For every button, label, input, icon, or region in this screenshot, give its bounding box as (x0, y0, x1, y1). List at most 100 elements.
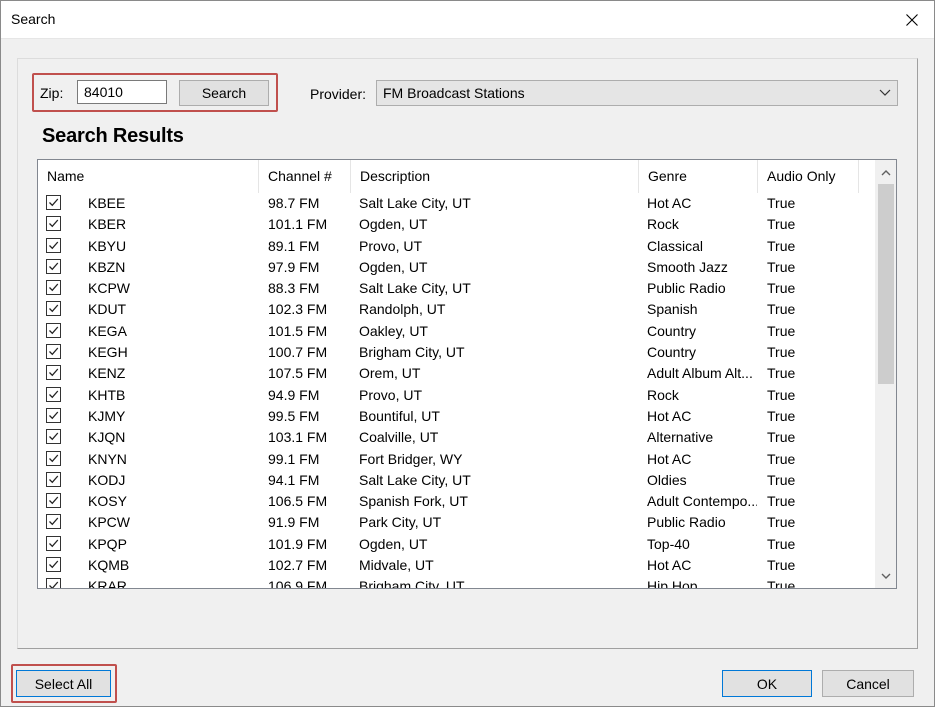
row-checkbox[interactable] (46, 429, 61, 445)
row-checkbox[interactable] (46, 301, 61, 317)
vertical-scrollbar[interactable] (875, 160, 896, 588)
search-results-heading: Search Results (42, 125, 184, 147)
checkmark-icon (49, 539, 59, 548)
cell-audio-only: True (767, 429, 796, 446)
cell-genre: Hot AC (647, 407, 692, 424)
search-button[interactable]: Search (179, 80, 269, 106)
provider-label: Provider: (310, 86, 367, 102)
cancel-button[interactable]: Cancel (822, 670, 914, 697)
table-row[interactable]: KENZ 107.5 FM Orem, UT Adult Album Alt... Tr… (38, 363, 876, 384)
cell-genre: Oldies (647, 471, 687, 488)
row-checkbox[interactable] (46, 280, 61, 296)
table-row[interactable]: KBEE 98.7 FM Salt Lake City, UT Hot AC True (38, 193, 876, 214)
row-checkbox[interactable] (46, 365, 61, 381)
cell-audio-only: True (767, 237, 796, 254)
row-checkbox[interactable] (46, 514, 61, 530)
cell-genre: Adult Album Alt... (647, 365, 753, 382)
row-checkbox[interactable] (46, 258, 61, 274)
row-checkbox[interactable] (46, 216, 61, 232)
row-checkbox[interactable] (46, 557, 61, 573)
zip-input[interactable] (77, 80, 167, 104)
cell-channel: 106.5 FM (268, 493, 328, 510)
row-checkbox[interactable] (46, 407, 61, 423)
column-header-audio-only[interactable]: Audio Only (758, 160, 859, 193)
results-list[interactable]: Name Channel # Description Genre Audio O… (37, 159, 897, 589)
row-checkbox[interactable] (46, 471, 61, 487)
cell-channel: 101.1 FM (268, 216, 328, 233)
row-checkbox[interactable] (46, 322, 61, 338)
cell-name: KBEE (88, 195, 126, 211)
checkmark-icon (49, 454, 59, 462)
table-row[interactable]: KDUT 102.3 FM Randolph, UT Spanish True (38, 299, 876, 320)
table-row[interactable]: KPQP 101.9 FM Ogden, UT Top-40 True (38, 534, 876, 555)
cell-channel: 94.9 FM (268, 386, 320, 403)
cell-audio-only: True (767, 514, 796, 531)
table-row[interactable]: KQMB 102.7 FM Midvale, UT Hot AC True (38, 555, 876, 576)
checkmark-icon (49, 475, 59, 484)
cell-channel: 100.7 FM (268, 344, 328, 361)
cell-name: KOSY (88, 493, 127, 510)
chevron-down-icon (879, 89, 891, 96)
cell-name: KBER (88, 216, 127, 233)
table-row[interactable]: KNYN 99.1 FM Fort Bridger, WY Hot AC True (38, 449, 876, 470)
column-header-name[interactable]: Name (38, 160, 259, 193)
table-row[interactable]: KODJ 94.1 FM Salt Lake City, UT Oldies True (38, 470, 876, 491)
cell-genre: Adult Contempo... (647, 493, 757, 510)
cell-description: Provo, UT (359, 386, 423, 403)
column-header-description[interactable]: Description (351, 160, 639, 193)
checkmark-icon (49, 219, 59, 228)
checkmark-icon (49, 390, 59, 398)
cell-channel: 106.9 FM (268, 578, 328, 589)
provider-dropdown[interactable]: FM Broadcast Stations (376, 80, 898, 106)
close-button[interactable] (889, 0, 935, 39)
row-checkbox[interactable] (46, 237, 61, 253)
cell-name: KPQP (88, 535, 127, 552)
row-checkbox[interactable] (46, 450, 61, 466)
table-row[interactable]: KPCW 91.9 FM Park City, UT Public Radio True (38, 512, 876, 533)
table-row[interactable]: KEGH 100.7 FM Brigham City, UT Country True (38, 342, 876, 363)
cell-description: Ogden, UT (359, 535, 428, 552)
row-checkbox[interactable] (46, 535, 61, 551)
checkmark-icon (49, 347, 59, 356)
ok-button[interactable]: OK (722, 670, 812, 697)
cell-genre: Hot AC (647, 195, 692, 211)
table-row[interactable]: KBER 101.1 FM Ogden, UT Rock True (38, 214, 876, 235)
column-header-channel[interactable]: Channel # (259, 160, 351, 193)
cell-name: KEGH (88, 344, 128, 361)
cell-name: KHTB (88, 386, 126, 403)
list-header: Name Channel # Description Genre Audio O… (38, 160, 876, 193)
cell-name: KJMY (88, 407, 126, 424)
row-checkbox[interactable] (46, 195, 61, 210)
cell-channel: 99.5 FM (268, 407, 320, 424)
table-row[interactable]: KCPW 88.3 FM Salt Lake City, UT Public Radi… (38, 278, 876, 299)
cell-description: Provo, UT (359, 237, 423, 254)
scroll-down-button[interactable] (875, 565, 896, 586)
table-row[interactable]: KRAR 106.9 FM Brigham City, UT Hip Hop True (38, 576, 876, 589)
cell-name: KBZN (88, 258, 126, 275)
table-row[interactable]: KOSY 106.5 FM Spanish Fork, UT Adult Contem… (38, 491, 876, 512)
checkmark-icon (49, 411, 59, 420)
zip-label: Zip: (40, 85, 64, 101)
cell-description: Brigham City, UT (359, 344, 465, 361)
table-row[interactable]: KBZN 97.9 FM Ogden, UT Smooth Jazz True (38, 257, 876, 278)
table-row[interactable]: KJMY 99.5 FM Bountiful, UT Hot AC True (38, 406, 876, 427)
row-checkbox[interactable] (46, 386, 61, 402)
row-checkbox[interactable] (46, 578, 61, 588)
checkmark-icon (49, 432, 59, 441)
scroll-up-button[interactable] (875, 162, 896, 183)
row-checkbox[interactable] (46, 493, 61, 509)
cell-name: KCPW (88, 280, 130, 297)
row-checkbox[interactable] (46, 344, 61, 360)
cell-channel: 88.3 FM (268, 280, 320, 297)
checkmark-icon (49, 241, 59, 249)
cell-description: Park City, UT (359, 514, 442, 531)
table-row[interactable]: KBYU 89.1 FM Provo, UT Classical True (38, 236, 876, 257)
select-all-button[interactable]: Select All (16, 670, 111, 697)
cell-channel: 103.1 FM (268, 429, 328, 446)
table-row[interactable]: KHTB 94.9 FM Provo, UT Rock True (38, 385, 876, 406)
table-row[interactable]: KJQN 103.1 FM Coalville, UT Alternative True (38, 427, 876, 448)
column-header-genre[interactable]: Genre (639, 160, 758, 193)
scroll-up-arrow-icon (881, 169, 890, 175)
scroll-thumb[interactable] (878, 184, 894, 384)
table-row[interactable]: KEGA 101.5 FM Oakley, UT Country True (38, 321, 876, 342)
